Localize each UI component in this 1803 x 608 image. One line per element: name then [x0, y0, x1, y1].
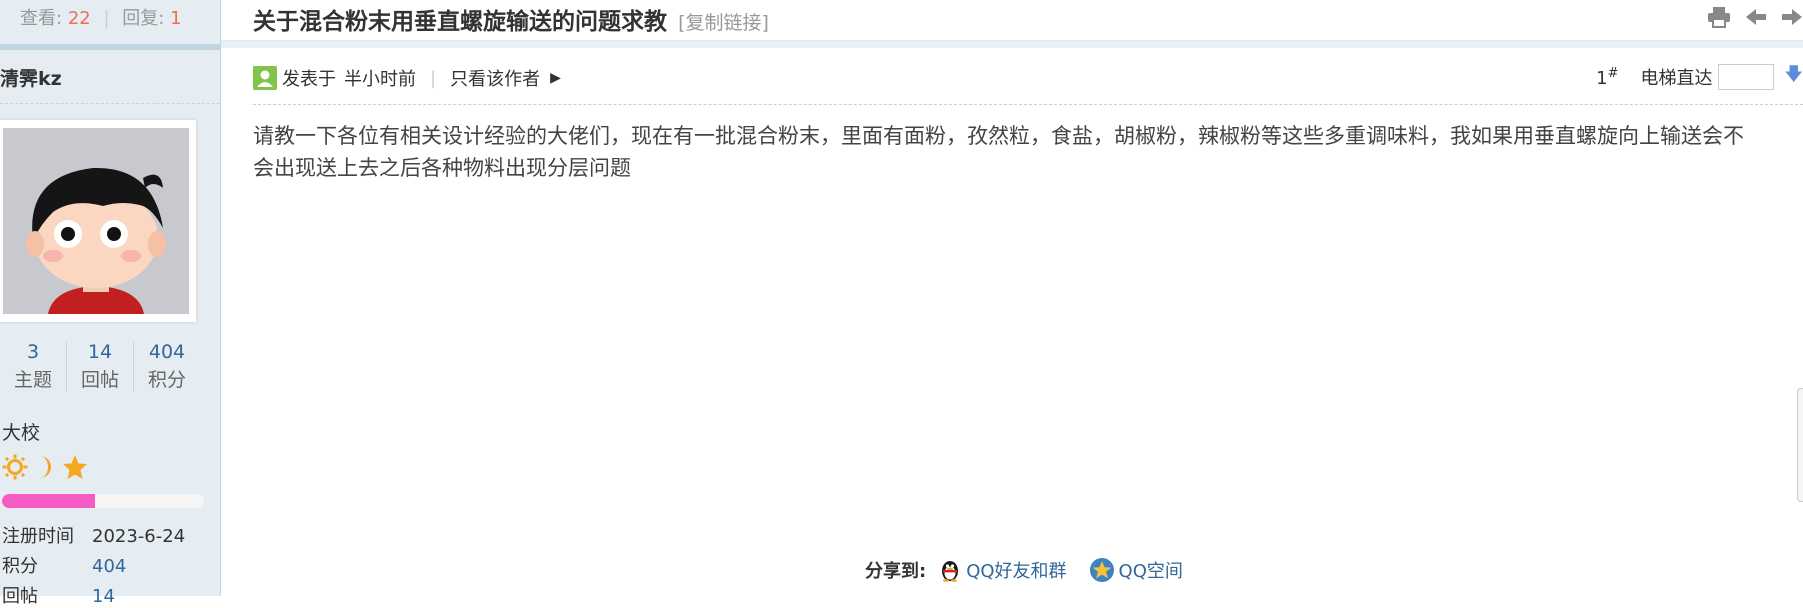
print-icon[interactable] — [1707, 6, 1731, 28]
thread-title-area: 关于混合粉末用垂直螺旋输送的问题求教 [复制链接] — [253, 2, 769, 38]
thread-title: 关于混合粉末用垂直螺旋输送的问题求教 — [253, 9, 667, 35]
avatar[interactable] — [3, 128, 189, 314]
floor-number[interactable]: 1# — [1596, 66, 1618, 89]
moon-icon — [40, 456, 51, 478]
stat-label: 回帖 — [80, 369, 119, 391]
replies-label: 回复: — [122, 8, 165, 29]
post-content: 请教一下各位有相关设计经验的大佬们，现在有一批混合粉末，里面有面粉，孜然粒，食盐… — [253, 120, 1803, 184]
post-meta: 发表于 半小时前 | 只看该作者 ▶ — [253, 64, 561, 92]
info-value: 2023-6-24 — [92, 526, 186, 547]
meta-separator: | — [430, 67, 437, 89]
star-icon — [63, 455, 87, 479]
jump-label: 电梯直达 — [1640, 68, 1713, 89]
floor-area: 1# 电梯直达 🡇 — [1596, 62, 1803, 92]
posted-time: 半小时前 — [344, 69, 416, 90]
posted-label: 发表于 — [282, 69, 336, 90]
only-author-link[interactable]: 只看该作者 — [450, 65, 540, 91]
stat-points[interactable]: 404 积分 — [134, 338, 200, 394]
share-bar: 分享到: QQ好友和群 QQ空间 — [865, 556, 1205, 584]
rank-icons — [2, 452, 88, 482]
info-row-points: 积分 404 — [2, 552, 212, 578]
post-line: 请教一下各位有相关设计经验的大佬们，现在有一批混合粉末，里面有面粉，孜然粒，食盐… — [253, 124, 1744, 148]
stat-threads[interactable]: 3 主题 — [0, 338, 66, 394]
title-divider-band — [221, 40, 1803, 48]
copy-link-button[interactable]: [复制链接] — [678, 12, 769, 34]
info-key: 注册时间 — [2, 526, 74, 547]
sidebar-divider-band — [0, 44, 220, 50]
replies-count: 1 — [170, 8, 182, 29]
stat-replies[interactable]: 14 回帖 — [67, 338, 133, 394]
stat-value: 14 — [87, 341, 113, 363]
views-label: 查看: — [20, 8, 63, 29]
post-line: 会出现送上去之后各种物料出现分层问题 — [253, 156, 631, 180]
qzone-star-icon — [1089, 558, 1114, 582]
author-stats: 3 主题 14 回帖 404 积分 — [0, 338, 200, 398]
user-group[interactable]: 大校 — [2, 418, 40, 445]
online-status-icon — [253, 66, 277, 90]
thread-stats-bar: 查看: 22 | 回复: 1 — [0, 0, 220, 40]
side-float-tab[interactable] — [1797, 388, 1803, 502]
info-row-replies: 回帖 14 — [2, 582, 212, 608]
floor-jump-input[interactable] — [1718, 64, 1775, 90]
info-value[interactable]: 404 — [92, 556, 126, 577]
thread-stats: 查看: 22 | 回复: 1 — [20, 4, 182, 30]
author-name[interactable]: 清霁kz — [0, 64, 62, 91]
stat-label: 主题 — [13, 369, 52, 391]
stat-value: 404 — [148, 341, 186, 363]
arrow-down-icon[interactable]: 🡇 — [1784, 62, 1803, 92]
stat-label: 积分 — [147, 369, 186, 391]
sun-icon — [2, 454, 28, 480]
share-qzone-button[interactable]: QQ空间 — [1089, 557, 1183, 583]
share-qq-label: QQ好友和群 — [966, 561, 1067, 582]
name-divider — [0, 103, 220, 104]
author-sidebar: 查看: 22 | 回复: 1 清霁kz 3 主题 14 回帖 404 积分 大校… — [0, 0, 221, 607]
post-main: 关于混合粉末用垂直螺旋输送的问题求教 [复制链接] 发表于 半小时前 | 只看该… — [221, 0, 1803, 596]
views-count: 22 — [67, 8, 91, 29]
caret-right-icon: ▶ — [550, 70, 561, 86]
level-progress-fill — [2, 494, 95, 508]
avatar-frame[interactable] — [0, 120, 196, 322]
level-progress-bar — [2, 494, 204, 508]
stat-value: 3 — [26, 341, 40, 363]
meta-divider — [253, 104, 1803, 105]
previous-thread-icon[interactable] — [1745, 7, 1767, 27]
info-key: 回帖 — [2, 586, 38, 607]
info-row-register: 注册时间 2023-6-24 — [2, 522, 212, 548]
share-qzone-label: QQ空间 — [1118, 561, 1183, 582]
info-value[interactable]: 14 — [92, 586, 115, 607]
next-thread-icon[interactable] — [1781, 7, 1803, 27]
share-qq-button[interactable]: QQ好友和群 — [938, 557, 1067, 583]
title-toolbar — [1707, 6, 1803, 28]
info-key: 积分 — [2, 556, 38, 577]
stats-separator: | — [103, 8, 110, 29]
share-label: 分享到: — [865, 561, 927, 582]
qq-penguin-icon — [942, 561, 959, 582]
